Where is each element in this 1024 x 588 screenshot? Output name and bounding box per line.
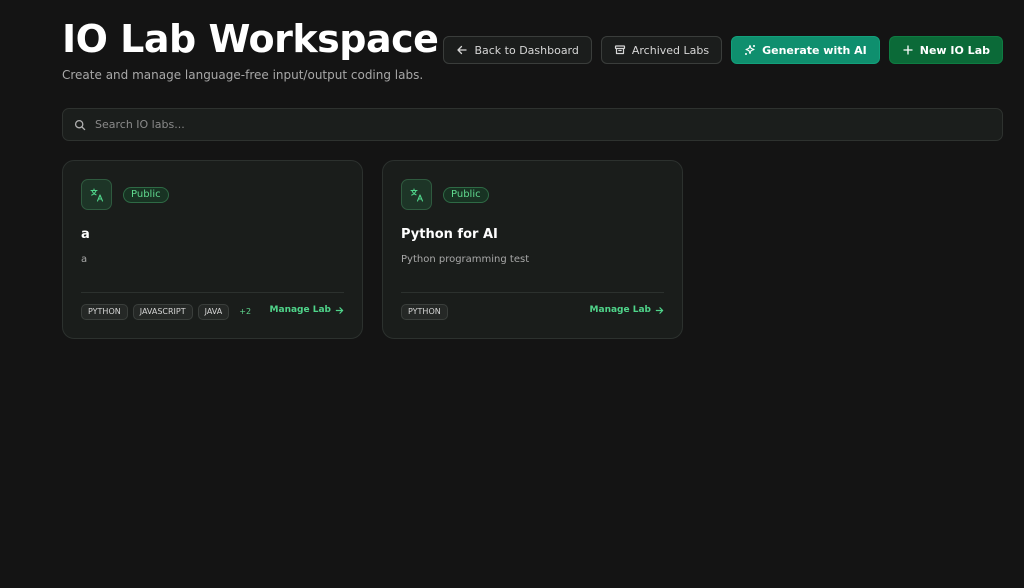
more-languages-count: +2 bbox=[239, 307, 252, 316]
archived-labs-button[interactable]: Archived Labs bbox=[600, 36, 723, 64]
visibility-badge: Public bbox=[123, 187, 169, 203]
arrow-right-icon bbox=[655, 306, 664, 314]
search-bar bbox=[62, 108, 1003, 141]
lab-title: a bbox=[81, 227, 90, 242]
lab-title: Python for AI bbox=[401, 227, 498, 242]
visibility-badge: Public bbox=[443, 187, 489, 203]
arrow-right-icon bbox=[335, 306, 344, 314]
translate-icon bbox=[89, 187, 103, 202]
language-tag: PYTHON bbox=[401, 304, 448, 320]
page-title: IO Lab Workspace bbox=[62, 17, 439, 61]
manage-lab-label: Manage Lab bbox=[589, 305, 651, 315]
io-lab-workspace-page: IO Lab Workspace Create and manage langu… bbox=[0, 0, 1024, 588]
manage-lab-link[interactable]: Manage Lab bbox=[270, 305, 344, 315]
card-divider bbox=[401, 292, 664, 293]
page-subtitle: Create and manage language-free input/ou… bbox=[62, 68, 424, 82]
manage-lab-label: Manage Lab bbox=[269, 305, 331, 315]
arrow-left-icon bbox=[457, 45, 468, 55]
lab-icon-container bbox=[81, 179, 112, 210]
new-io-lab-button[interactable]: New IO Lab bbox=[888, 36, 1003, 64]
sparkles-icon bbox=[745, 44, 756, 55]
manage-lab-link[interactable]: Manage Lab bbox=[590, 305, 664, 315]
language-tags: PYTHON JAVASCRIPT JAVA +2 bbox=[81, 304, 256, 320]
language-tag: PYTHON bbox=[81, 304, 128, 320]
lab-description: a bbox=[81, 254, 88, 265]
new-io-lab-label: New IO Lab bbox=[919, 43, 990, 57]
search-icon bbox=[74, 119, 86, 130]
lab-icon-container bbox=[401, 179, 432, 210]
archived-labs-label: Archived Labs bbox=[631, 43, 710, 57]
plus-icon bbox=[903, 45, 913, 55]
archive-box-icon bbox=[614, 45, 625, 55]
generate-with-ai-button[interactable]: Generate with AI bbox=[731, 36, 880, 64]
translate-icon bbox=[409, 187, 423, 202]
language-tag: JAVASCRIPT bbox=[132, 304, 193, 320]
generate-with-ai-label: Generate with AI bbox=[762, 43, 867, 57]
header-actions: Back to Dashboard Archived Labs Generate… bbox=[443, 36, 1003, 64]
language-tags: PYTHON bbox=[401, 304, 448, 320]
search-input[interactable] bbox=[95, 118, 991, 131]
back-to-dashboard-label: Back to Dashboard bbox=[474, 43, 579, 57]
back-to-dashboard-button[interactable]: Back to Dashboard bbox=[443, 36, 592, 64]
card-divider bbox=[81, 292, 344, 293]
lab-description: Python programming test bbox=[401, 254, 530, 265]
lab-card: Public Python for AI Python programming … bbox=[382, 160, 683, 339]
lab-card: Public a a PYTHON JAVASCRIPT JAVA +2 Man… bbox=[62, 160, 363, 339]
language-tag: JAVA bbox=[197, 304, 230, 320]
